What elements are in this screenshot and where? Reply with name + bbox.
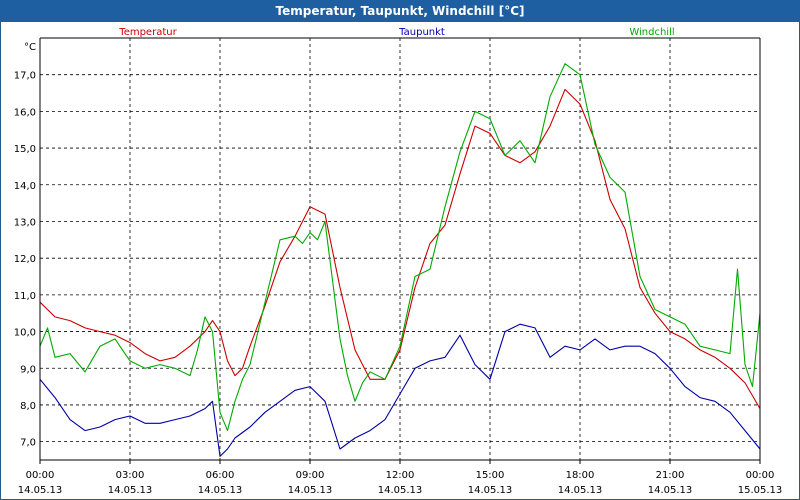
x-tick-time-label: 18:00 xyxy=(566,470,595,481)
y-tick-label: 12,0 xyxy=(14,254,36,265)
y-tick-label: 15,0 xyxy=(14,144,36,155)
y-unit-label: °C xyxy=(24,42,36,53)
x-tick-time-label: 12:00 xyxy=(386,470,415,481)
legend-label: Temperatur xyxy=(118,27,177,38)
y-tick-label: 17,0 xyxy=(14,71,36,82)
x-tick-date-label: 14.05.13 xyxy=(108,485,153,496)
y-tick-label: 7,0 xyxy=(20,438,36,449)
axes: 7,0 8,0 9,0 10,0 11,0 12,0 13,0 14,0 15,0 16,0 17,… xyxy=(14,37,783,496)
x-tick-date-label: 14.05.13 xyxy=(198,485,243,496)
x-tick-date-label: 14.05.13 xyxy=(378,485,423,496)
x-tick-time-label: 06:00 xyxy=(206,470,235,481)
y-tick-label: 13,0 xyxy=(14,217,36,228)
x-tick-time-label: 09:00 xyxy=(296,470,325,481)
x-tick-time-label: 00:00 xyxy=(26,470,55,481)
y-tick-label: 14,0 xyxy=(14,181,36,192)
x-tick-time-label: 00:00 xyxy=(746,470,775,481)
legend-label: Windchill xyxy=(629,27,674,38)
x-tick-date-label: 14.05.13 xyxy=(468,485,513,496)
y-tick-label: 10,0 xyxy=(14,328,36,339)
x-tick-date-label: 14.05.13 xyxy=(558,485,603,496)
y-tick-label: 16,0 xyxy=(14,107,36,118)
x-tick-time-label: 21:00 xyxy=(656,470,685,481)
legend: Temperatur Taupunkt Windchill xyxy=(118,27,674,38)
y-tick-label: 9,0 xyxy=(20,364,36,375)
y-tick-label: 8,0 xyxy=(20,401,36,412)
legend-label: Taupunkt xyxy=(398,27,445,38)
x-tick-date-label: 14.05.13 xyxy=(648,485,693,496)
grid xyxy=(40,38,760,460)
chart-title: Temperatur, Taupunkt, Windchill [°C] xyxy=(0,0,800,22)
line-chart: 7,0 8,0 9,0 10,0 11,0 12,0 13,0 14,0 15,0 16,0 17,… xyxy=(14,27,783,496)
y-tick-label: 11,0 xyxy=(14,291,36,302)
x-tick-date-label: 14.05.13 xyxy=(18,485,63,496)
x-tick-time-label: 15:00 xyxy=(476,470,505,481)
x-tick-date-label: 14.05.13 xyxy=(288,485,333,496)
x-tick-time-label: 03:00 xyxy=(116,470,145,481)
x-tick-date-label: 15.05.13 xyxy=(738,485,783,496)
